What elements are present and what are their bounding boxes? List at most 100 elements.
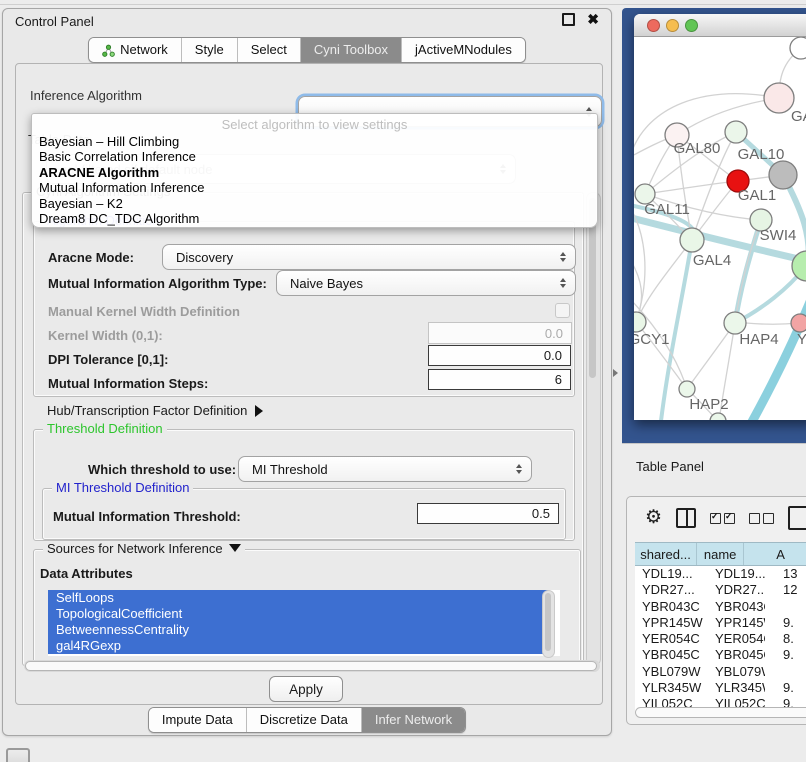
tab-style[interactable]: Style [182,38,238,62]
deselect-all-columns-icon[interactable] [749,513,774,524]
data-attribute-item[interactable]: SelfLoops [48,590,548,606]
table-cell[interactable]: YDL19... [709,566,765,582]
kernel-width-field[interactable]: 0.0 [428,322,572,344]
zoom-traffic-light[interactable] [685,19,698,32]
which-threshold-combobox[interactable]: MI Threshold [238,456,532,482]
network-node[interactable] [710,413,726,420]
table-cell[interactable]: YPR145W [635,615,709,631]
table-cell[interactable] [765,664,806,680]
table-cell[interactable]: YBR045C [709,647,765,663]
table-cell[interactable]: 9. [765,680,806,696]
network-window-titlebar[interactable] [634,14,806,37]
manual-kernel-width-checkbox[interactable] [555,303,570,318]
mi-threshold-field[interactable]: 0.5 [417,503,559,524]
network-node[interactable] [680,228,704,252]
algorithm-option[interactable]: Mutual Information Inference [32,180,597,195]
table-cell[interactable]: YDL19... [635,566,709,582]
table-cell[interactable]: YBL079W [709,664,765,680]
tab-discretize-data[interactable]: Discretize Data [247,708,362,732]
column-header[interactable]: A [744,543,806,565]
dpi-tolerance-field[interactable]: 0.0 [428,345,571,366]
close-traffic-light[interactable] [647,19,660,32]
network-edge[interactable] [735,220,761,323]
split-columns-icon[interactable] [676,508,696,528]
minimize-traffic-light[interactable] [666,19,679,32]
table-cell[interactable]: YBL079W [635,664,709,680]
tab-infer-network[interactable]: Infer Network [362,708,465,732]
network-node[interactable] [790,37,806,59]
data-attribute-item[interactable]: BetweennessCentrality [48,622,548,638]
table-cell[interactable]: YBR043C [709,599,765,615]
table-cell[interactable]: YLR345W [709,680,765,696]
column-header[interactable]: shared... [635,543,697,565]
tab-cyni-toolbox[interactable]: Cyni Toolbox [301,38,402,62]
float-panel-icon[interactable] [562,13,575,26]
mi-steps-field[interactable]: 6 [428,369,571,390]
table-cell[interactable]: 13 [765,566,806,582]
algorithm-option[interactable]: Basic Correlation Inference [32,149,597,164]
network-window: GALGAL80GAL10GAL11GAL1SWI4GAL4GCY1HAP4YH… [634,14,806,420]
algorithm-dropdown: Select algorithm to view settings Bayesi… [31,113,598,228]
select-all-columns-icon[interactable] [710,513,735,524]
network-node[interactable] [764,83,794,113]
new-table-icon[interactable] [788,506,806,530]
mi-algorithm-type-combobox[interactable]: Naive Bayes [276,270,576,296]
tab-select[interactable]: Select [238,38,301,62]
algorithm-option[interactable]: ARACNE Algorithm [32,165,597,180]
settings-hscrollbar-thumb[interactable] [25,661,597,671]
settings-hscrollbar[interactable] [24,660,600,672]
column-header[interactable]: name [697,543,744,565]
tab-label: Impute Data [162,708,233,732]
tab-jactivemnodules[interactable]: jActiveMNodules [402,38,525,62]
hub-definition-expander[interactable]: Hub/Transcription Factor Definition [47,403,263,418]
algorithm-option[interactable]: Bayesian – Hill Climbing [32,134,597,149]
table-cell[interactable]: YDR27... [635,582,709,598]
splitter-collapse-icon[interactable] [613,369,618,377]
table-cell[interactable]: 9. [765,615,806,631]
data-attribute-item[interactable]: gal4RGexp [48,638,548,654]
tab-impute-data[interactable]: Impute Data [149,708,247,732]
table-cell[interactable]: YLR345W [635,680,709,696]
aracne-mode-combobox[interactable]: Discovery [162,244,576,270]
table-cell[interactable]: 12 [765,582,806,598]
data-attribute-item[interactable]: TopologicalCoefficient [48,606,548,622]
gear-icon[interactable]: ⚙ [645,508,662,528]
network-canvas[interactable]: GALGAL80GAL10GAL11GAL1SWI4GAL4GCY1HAP4YH… [634,37,806,420]
close-panel-icon[interactable]: ✖ [587,12,599,26]
table-row: YDR27...YDR27...12 [635,582,806,598]
attributes-scrollbar-thumb[interactable] [545,593,551,651]
algorithm-option[interactable]: Bayesian – K2 [32,196,597,211]
network-node[interactable] [679,381,695,397]
table-cell[interactable] [765,599,806,615]
network-edge[interactable] [687,323,735,389]
table-hscrollbar-thumb[interactable] [635,707,806,718]
network-node[interactable] [769,161,797,189]
table-hscrollbar[interactable] [635,706,806,718]
apply-button[interactable]: Apply [269,676,343,702]
table-cell[interactable]: 8. [765,631,806,647]
data-attributes-label: Data Attributes [40,566,133,581]
table-cell[interactable]: YBR043C [635,599,709,615]
network-node[interactable] [791,314,806,332]
network-node-label: Y [797,331,806,348]
checked-box-icon [710,513,721,524]
network-node-label: GCY1 [634,331,669,348]
network-node-label: HAP4 [739,331,778,348]
network-node[interactable] [725,121,747,143]
table-cell[interactable]: YDR27... [709,582,765,598]
settings-scrollbar[interactable] [586,192,601,666]
node-table: shared...nameA YDL19...YDL19...13YDR27..… [635,542,806,713]
algorithm-option[interactable]: Dream8 DC_TDC Algorithm [32,211,597,226]
table-cell[interactable]: YPR145W [709,615,765,631]
table-cell[interactable]: 9. [765,647,806,663]
table-cell[interactable]: YER054C [635,631,709,647]
sources-legend[interactable]: Sources for Network Inference [43,541,245,556]
tab-network[interactable]: Network [89,38,182,62]
table-cell[interactable]: YER054C [709,631,765,647]
minimized-panel-icon[interactable] [6,748,30,762]
attributes-scrollbar[interactable] [542,590,555,658]
combo-spinner-icon [560,278,566,288]
mi-threshold-label: Mutual Information Threshold: [53,509,241,524]
table-cell[interactable]: YBR045C [635,647,709,663]
combo-spinner-icon [516,464,522,474]
